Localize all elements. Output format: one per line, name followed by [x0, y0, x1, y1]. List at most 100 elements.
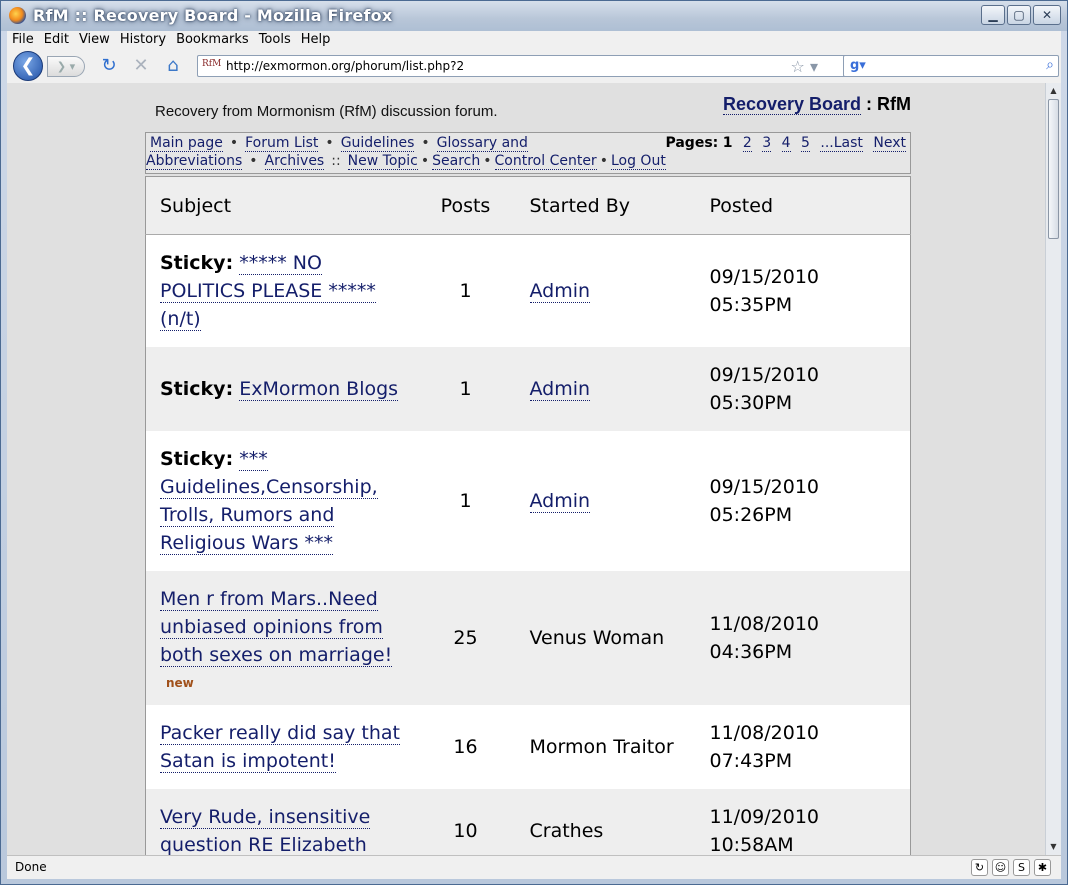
- pages-label: Pages:: [665, 135, 719, 151]
- page-link[interactable]: 2: [742, 135, 752, 152]
- page-next-link[interactable]: Next: [873, 135, 906, 152]
- page-link[interactable]: 3: [762, 135, 772, 152]
- topic-subject-cell: Sticky: *** Guidelines,Censorship, Troll…: [145, 431, 416, 571]
- stop-icon[interactable]: ✕: [131, 56, 151, 76]
- topic-author-cell: Admin: [515, 347, 696, 431]
- url-bar[interactable]: RfM http://exmormon.org/phorum/list.php?…: [197, 55, 847, 77]
- vertical-scrollbar[interactable]: ▲ ▼: [1045, 83, 1061, 855]
- author-link[interactable]: Admin: [529, 280, 591, 303]
- back-button[interactable]: ❮: [13, 51, 43, 81]
- topic-author-cell: Admin: [515, 431, 696, 571]
- google-engine-icon[interactable]: g▾: [850, 58, 866, 74]
- menu-help[interactable]: Help: [296, 31, 336, 49]
- page-link[interactable]: 5: [801, 135, 810, 152]
- menu-tools[interactable]: Tools: [254, 31, 296, 49]
- topic-subject-cell: Sticky: ExMormon Blogs: [145, 347, 416, 431]
- nav-abbreviations[interactable]: Abbreviations: [146, 153, 243, 170]
- nav-main-page[interactable]: Main page: [150, 135, 223, 152]
- bookmark-star-icon[interactable]: ☆ ▾: [791, 57, 818, 76]
- topic-subject-cell: Very Rude, insensitive question RE Eliza…: [145, 789, 416, 855]
- sticky-label: Sticky:: [160, 252, 234, 274]
- topic-rows: Sticky: ***** NO POLITICS PLEASE ***** (…: [145, 234, 911, 855]
- menu-view[interactable]: View: [74, 31, 115, 49]
- recovery-board-link[interactable]: Recovery Board: [722, 94, 862, 115]
- window-controls: ▁ ▢ ✕: [981, 5, 1061, 25]
- sync-icon[interactable]: ↻: [971, 859, 988, 876]
- title-bar[interactable]: RfM :: Recovery Board - Mozilla Firefox …: [1, 1, 1067, 31]
- scrollbar-thumb[interactable]: [1048, 99, 1059, 239]
- author-name: Mormon Traitor: [529, 736, 674, 758]
- nav-control-center[interactable]: Control Center: [494, 153, 597, 170]
- topic-posted-date: 11/09/2010 10:58AM: [695, 789, 911, 855]
- nav-forum-list[interactable]: Forum List: [245, 135, 319, 152]
- sticky-label: Sticky:: [160, 448, 234, 470]
- nav-glossary[interactable]: Glossary and: [436, 135, 528, 152]
- content-viewport[interactable]: Recovery from Mormonism (RfM) discussion…: [7, 83, 1045, 855]
- topic-posts-count: 16: [415, 705, 516, 789]
- sticky-label: Sticky:: [160, 378, 234, 400]
- table-row: Sticky: ExMormon Blogs 1 Admin 09/15/2010 0…: [145, 347, 911, 431]
- menu-edit[interactable]: Edit: [39, 31, 74, 49]
- header-posts: Posts: [415, 176, 516, 235]
- nav-log-out[interactable]: Log Out: [610, 153, 666, 170]
- forward-arrow-icon: ❯ ▾: [56, 60, 76, 73]
- forum-nav: Main page • Forum List • Guidelines • Glossary…: [145, 132, 911, 174]
- site-tagline: Recovery from Mormonism (RfM) discussion…: [155, 103, 498, 120]
- menu-history[interactable]: History: [115, 31, 171, 49]
- menu-file[interactable]: File: [7, 31, 39, 49]
- site-favicon-icon: RfM: [202, 59, 222, 69]
- table-row: Sticky: *** Guidelines,Censorship, Troll…: [145, 431, 911, 571]
- page-link[interactable]: 4: [781, 135, 791, 152]
- table-row: Very Rude, insensitive question RE Eliza…: [145, 789, 911, 855]
- bug-icon[interactable]: ✱: [1034, 859, 1051, 876]
- page-current: 1: [722, 135, 733, 151]
- url-text[interactable]: http://exmormon.org/phorum/list.php?2: [226, 59, 464, 73]
- table-row: Men r from Mars..Need unbiased opinions …: [145, 571, 911, 705]
- nav-archives[interactable]: Archives: [264, 153, 325, 170]
- home-icon[interactable]: ⌂: [163, 56, 183, 76]
- topic-posted-date: 09/15/2010 05:35PM: [695, 234, 911, 347]
- window-title: RfM :: Recovery Board - Mozilla Firefox: [33, 6, 393, 25]
- reload-icon[interactable]: ↻: [99, 56, 119, 76]
- topic-link[interactable]: ExMormon Blogs: [239, 378, 399, 401]
- page-last-link[interactable]: ...Last: [820, 135, 863, 152]
- topic-subject-cell: Packer really did say that Satan is impo…: [145, 705, 416, 789]
- author-name: Crathes: [529, 820, 604, 842]
- maximize-button[interactable]: ▢: [1007, 5, 1031, 25]
- nav-new-topic[interactable]: New Topic: [347, 153, 418, 170]
- search-magnifier-icon[interactable]: ⌕: [1046, 57, 1054, 73]
- forward-button[interactable]: ❯ ▾: [47, 56, 85, 77]
- status-bar: Done ↻ ☺ S ✱: [7, 855, 1061, 879]
- topic-posts-count: 1: [415, 347, 516, 431]
- author-link[interactable]: Admin: [529, 490, 591, 513]
- status-text: Done: [15, 860, 47, 874]
- topic-link[interactable]: Very Rude, insensitive question RE Eliza…: [160, 806, 371, 855]
- nav-search[interactable]: Search: [432, 153, 481, 170]
- search-box[interactable]: g▾ ⌕: [843, 55, 1059, 77]
- board-suffix: : RfM: [861, 94, 911, 114]
- close-button[interactable]: ✕: [1033, 5, 1061, 25]
- topic-author-cell: Admin: [515, 234, 696, 347]
- author-link[interactable]: Admin: [529, 378, 591, 401]
- menu-bookmarks[interactable]: Bookmarks: [171, 31, 254, 49]
- topic-posted-date: 09/15/2010 05:26PM: [695, 431, 911, 571]
- scroll-down-arrow-icon[interactable]: ▼: [1048, 841, 1059, 853]
- addon-face-icon[interactable]: ☺: [992, 859, 1009, 876]
- topic-posts-count: 1: [415, 234, 516, 347]
- nav-guidelines[interactable]: Guidelines: [340, 135, 415, 152]
- script-s-icon[interactable]: S: [1013, 859, 1030, 876]
- firefox-logo-icon: [9, 7, 26, 24]
- topic-link[interactable]: Packer really did say that Satan is impo…: [160, 722, 400, 773]
- topic-link[interactable]: Men r from Mars..Need unbiased opinions …: [160, 588, 393, 667]
- topic-posts-count: 1: [415, 431, 516, 571]
- scroll-up-arrow-icon[interactable]: ▲: [1048, 85, 1059, 97]
- nav-line-2: Abbreviations • Archives:: New Topic • Search…: [146, 153, 666, 170]
- topic-posted-date: 11/08/2010 07:43PM: [695, 705, 911, 789]
- header-started-by: Started By: [515, 176, 696, 235]
- back-arrow-icon: ❮: [20, 55, 36, 76]
- topic-author-cell: Venus Woman: [515, 571, 696, 705]
- topic-author-cell: Crathes: [515, 789, 696, 855]
- navigation-toolbar: ❮ ❯ ▾ ↻ ✕ ⌂ RfM http://exmormon.org/phor…: [7, 49, 1061, 83]
- status-icons: ↻ ☺ S ✱: [971, 859, 1051, 876]
- minimize-button[interactable]: ▁: [981, 5, 1005, 25]
